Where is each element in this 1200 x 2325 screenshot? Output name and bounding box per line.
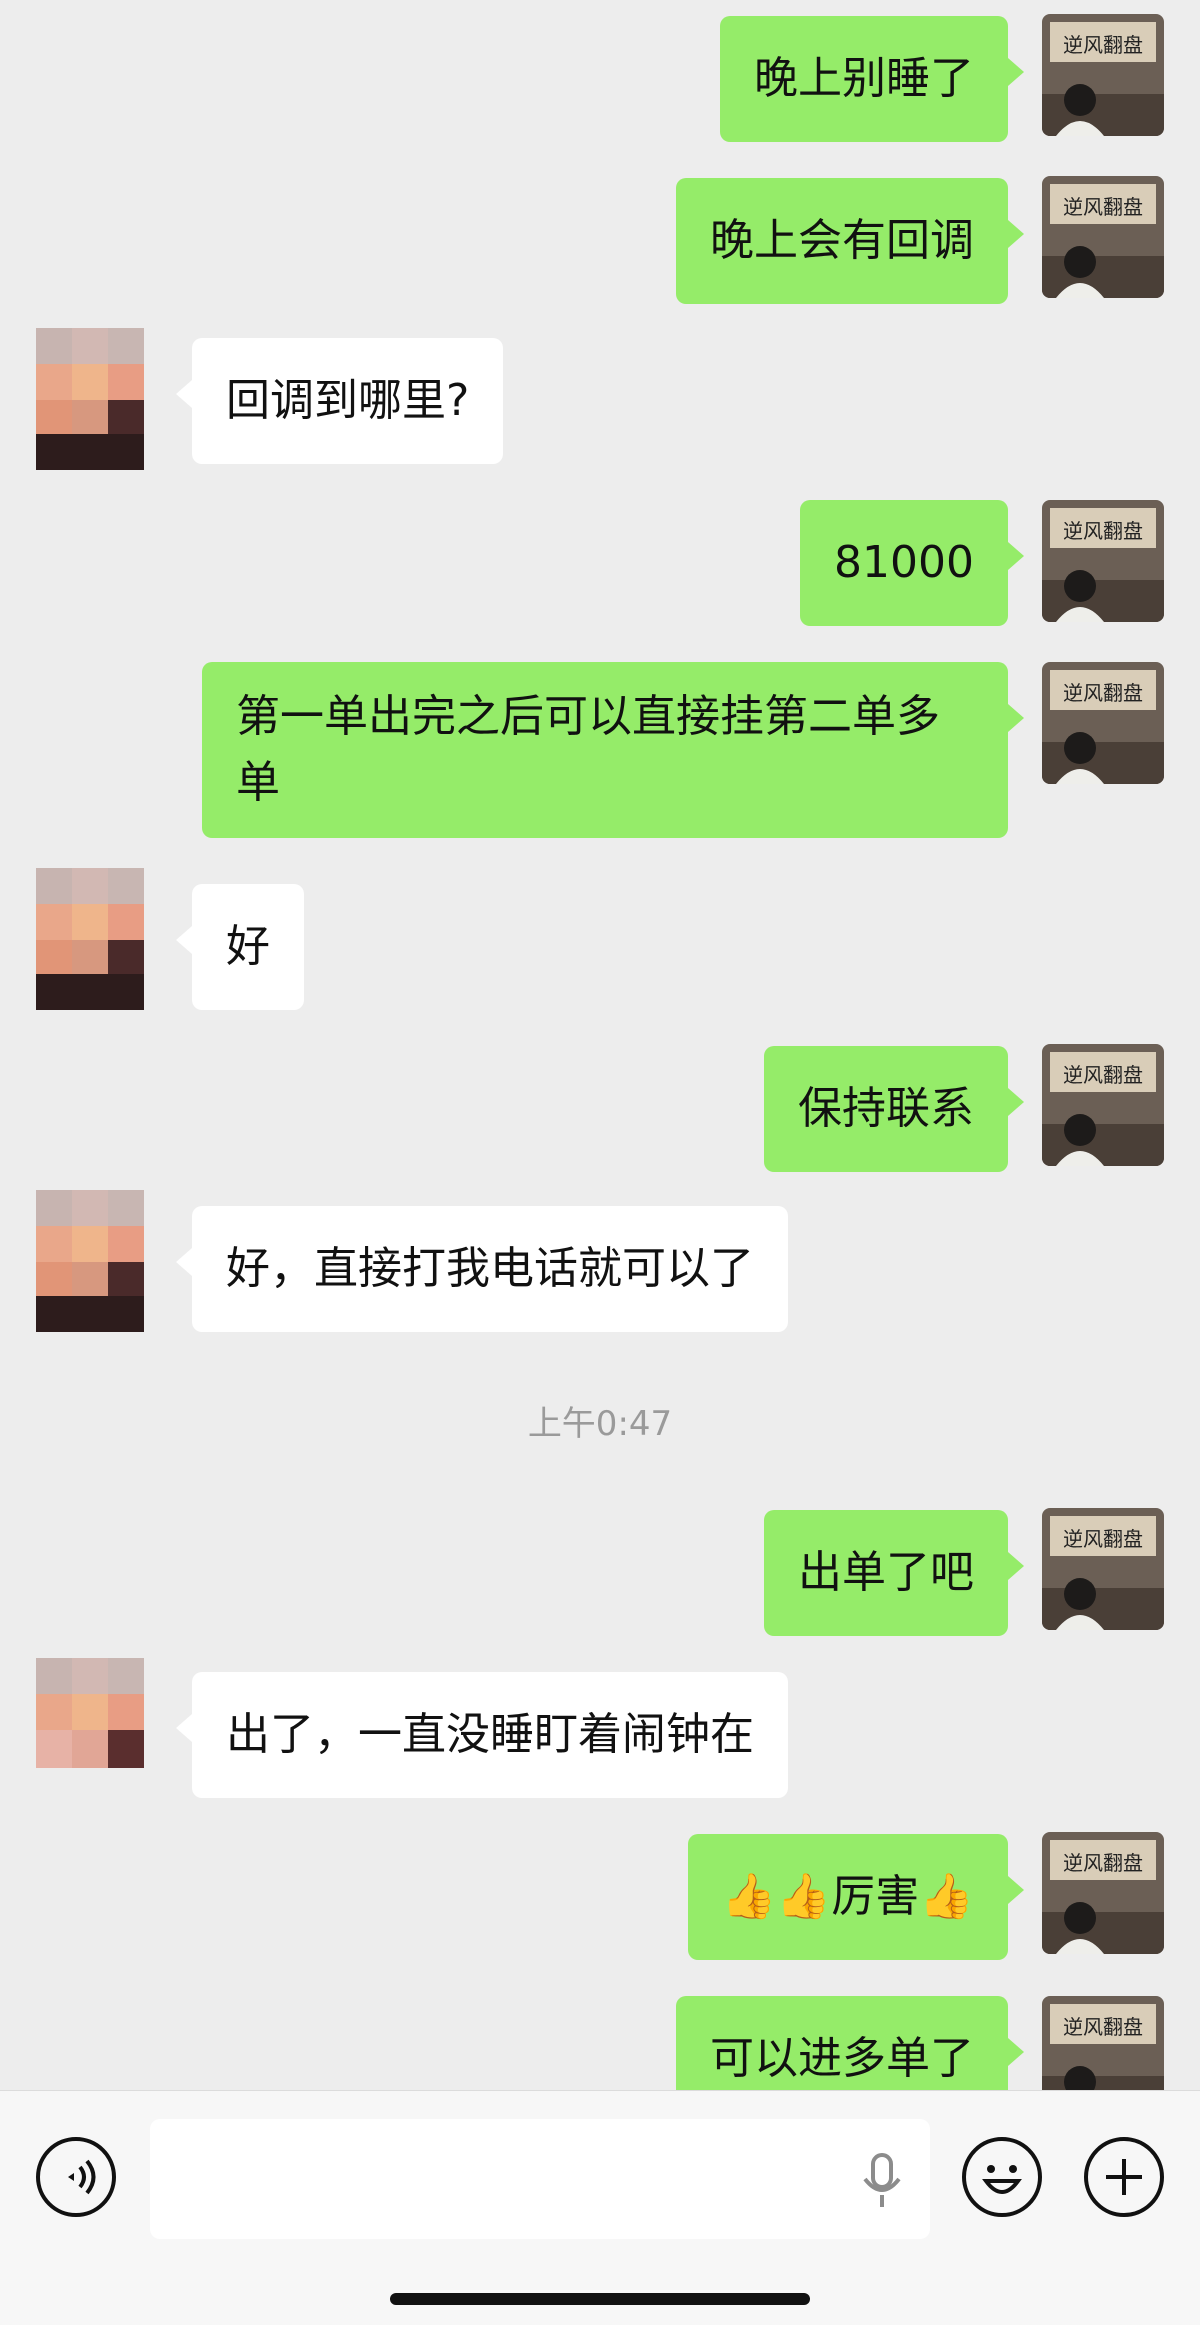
- message-text: 出单了吧: [798, 1547, 974, 1598]
- avatar-plaque-text: 逆风翻盘: [1063, 195, 1143, 219]
- contact-avatar[interactable]: [36, 868, 144, 1010]
- home-indicator[interactable]: [390, 2293, 810, 2305]
- my-avatar-image: 逆风翻盘: [1042, 500, 1164, 622]
- message-text: 回调到哪里?: [226, 375, 470, 426]
- message-bubble-outgoing[interactable]: 晚上会有回调: [676, 178, 1024, 304]
- my-avatar[interactable]: 逆风翻盘: [1042, 1832, 1164, 1954]
- my-avatar-image: 逆风翻盘: [1042, 14, 1164, 136]
- message-text: 出了，一直没睡盯着闹钟在: [226, 1709, 754, 1760]
- message-bubble-incoming[interactable]: 出了，一直没睡盯着闹钟在: [176, 1672, 788, 1798]
- message-bubble-incoming[interactable]: 好: [176, 884, 304, 1010]
- emoji-button[interactable]: [962, 2137, 1042, 2217]
- my-avatar[interactable]: 逆风翻盘: [1042, 1508, 1164, 1630]
- contact-avatar-image: [36, 868, 144, 1010]
- microphone-icon[interactable]: [860, 2153, 904, 2209]
- message-bubble-outgoing[interactable]: 可以进多单了: [676, 1996, 1024, 2090]
- message-bubble-incoming[interactable]: 回调到哪里?: [175, 338, 504, 464]
- contact-avatar-image: [36, 328, 144, 470]
- my-avatar[interactable]: 逆风翻盘: [1042, 1044, 1164, 1166]
- contact-avatar-image: [36, 1658, 144, 1768]
- message-bubble-outgoing[interactable]: 保持联系: [764, 1046, 1024, 1172]
- contact-avatar[interactable]: [36, 1658, 144, 1768]
- message-text: 好: [226, 921, 270, 972]
- message-text: 81000: [834, 537, 974, 588]
- message-text: 保持联系: [798, 1083, 974, 1134]
- emoji-icon: [982, 2165, 1022, 2194]
- message-text: 第一单出完之后可以直接挂第二单多单: [236, 691, 940, 808]
- avatar-plaque-text: 逆风翻盘: [1063, 2015, 1143, 2039]
- more-options-button[interactable]: [1084, 2137, 1164, 2217]
- voice-toggle-button[interactable]: [36, 2137, 116, 2217]
- contact-avatar-image: [36, 1190, 144, 1332]
- avatar-plaque-text: 逆风翻盘: [1063, 1063, 1143, 1087]
- message-bubble-incoming[interactable]: 好，直接打我电话就可以了: [176, 1206, 788, 1332]
- message-bubble-outgoing[interactable]: 晚上别睡了: [720, 16, 1024, 142]
- message-text: 晚上会有回调: [710, 215, 974, 266]
- avatar-plaque-text: 逆风翻盘: [1063, 33, 1143, 57]
- my-avatar[interactable]: 逆风翻盘: [1042, 500, 1164, 622]
- message-text: 好，直接打我电话就可以了: [226, 1243, 754, 1294]
- my-avatar-image: 逆风翻盘: [1042, 1508, 1164, 1630]
- chat-area[interactable]: 晚上别睡了 逆风翻盘 晚上会有回调 逆风翻盘 回调到哪里? 81000 逆风翻盘…: [0, 0, 1200, 2090]
- voice-toggle-icon: [68, 2159, 96, 2195]
- my-avatar-image: 逆风翻盘: [1042, 176, 1164, 298]
- plus-icon: [1106, 2159, 1142, 2195]
- message-bubble-outgoing[interactable]: 👍👍厉害👍: [687, 1834, 1025, 1960]
- my-avatar-image: 逆风翻盘: [1042, 662, 1164, 784]
- my-avatar-image: 逆风翻盘: [1042, 1832, 1164, 1954]
- message-text: 👍👍厉害👍: [721, 1871, 974, 1922]
- message-timestamp: 上午0:47: [527, 1404, 673, 1444]
- message-bubble-outgoing[interactable]: 出单了吧: [764, 1510, 1024, 1636]
- avatar-plaque-text: 逆风翻盘: [1063, 1851, 1143, 1875]
- my-avatar[interactable]: 逆风翻盘: [1042, 176, 1164, 298]
- message-text: 晚上别睡了: [754, 53, 974, 104]
- avatar-plaque-text: 逆风翻盘: [1063, 1527, 1143, 1551]
- contact-avatar[interactable]: [36, 1190, 144, 1332]
- message-bubble-outgoing[interactable]: 81000: [800, 500, 1024, 626]
- avatar-plaque-text: 逆风翻盘: [1063, 519, 1143, 543]
- input-bar: [0, 2090, 1200, 2325]
- my-avatar-image: 逆风翻盘: [1042, 1996, 1164, 2090]
- message-text: 可以进多单了: [710, 2033, 974, 2084]
- message-input[interactable]: [150, 2119, 930, 2239]
- message-bubble-outgoing[interactable]: 第一单出完之后可以直接挂第二单多单: [202, 662, 1024, 838]
- avatar-plaque-text: 逆风翻盘: [1063, 681, 1143, 705]
- my-avatar-image: 逆风翻盘: [1042, 1044, 1164, 1166]
- my-avatar[interactable]: 逆风翻盘: [1042, 1996, 1164, 2090]
- contact-avatar[interactable]: [36, 328, 144, 470]
- my-avatar[interactable]: 逆风翻盘: [1042, 662, 1164, 784]
- my-avatar[interactable]: 逆风翻盘: [1042, 14, 1164, 136]
